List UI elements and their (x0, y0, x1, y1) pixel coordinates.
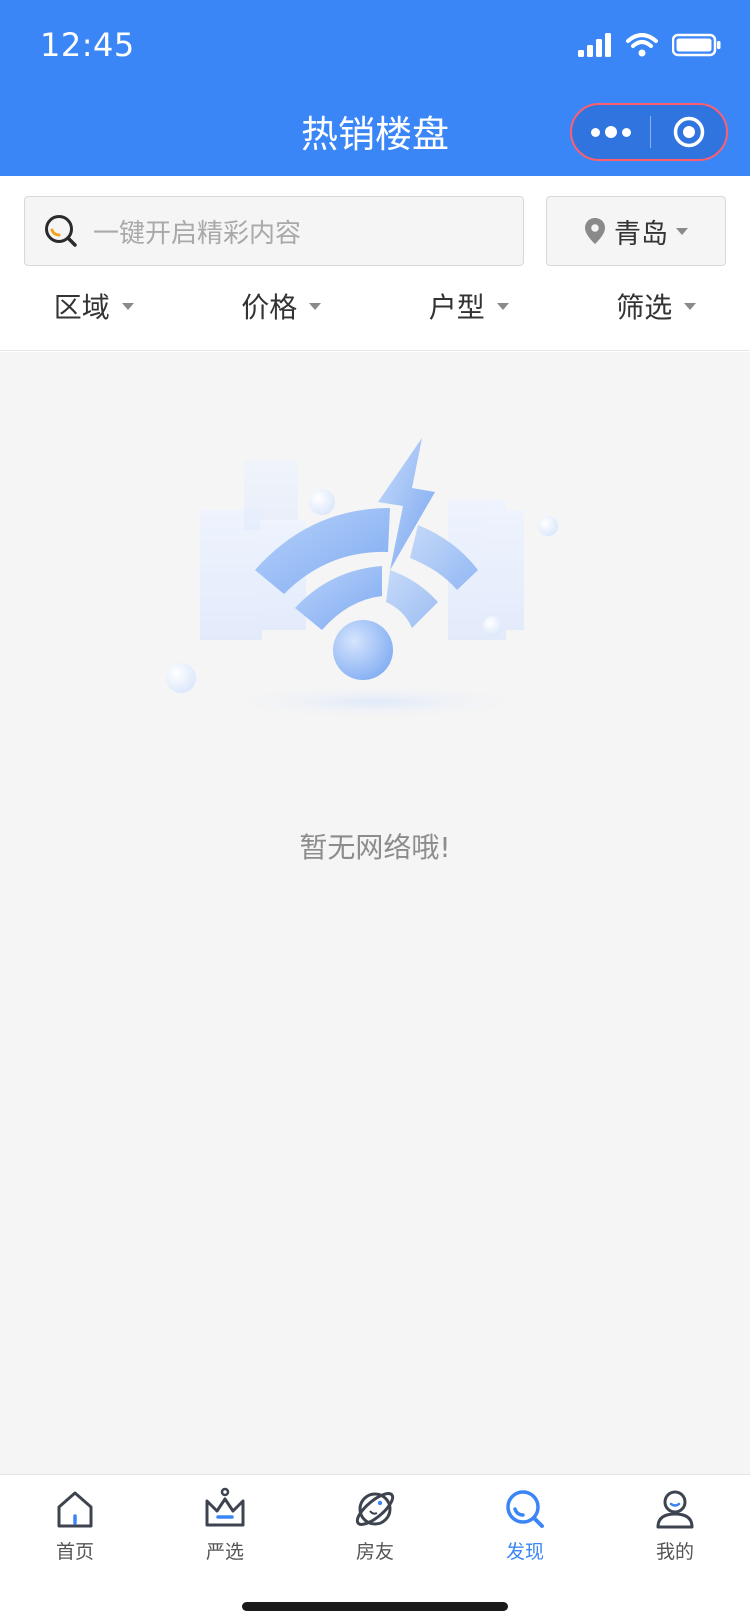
location-pin-icon (585, 218, 605, 244)
filter-label: 价格 (241, 291, 298, 324)
chevron-down-icon (676, 227, 688, 235)
filter-more[interactable]: 筛选 (563, 276, 750, 336)
more-dot-center (605, 126, 617, 138)
no-network-illustration (166, 438, 558, 720)
crown-icon (205, 1487, 245, 1527)
tab-label: 房友 (355, 1541, 394, 1563)
home-indicator (242, 1602, 508, 1611)
filter-label: 区域 (53, 291, 110, 324)
chevron-down-icon (496, 302, 509, 310)
filter-bar: 区域 价格 户型 筛选 (0, 276, 750, 336)
more-button[interactable] (572, 105, 650, 159)
user-icon (656, 1490, 694, 1529)
status-icons (578, 30, 722, 60)
city-selector[interactable]: 青岛 (546, 196, 726, 266)
tab-label: 首页 (55, 1541, 94, 1563)
target-icon (673, 116, 704, 148)
signal-icon (578, 33, 611, 57)
search-filter-panel: 一键开启精彩内容 青岛 区域 价格 户型 筛选 (0, 176, 750, 352)
app-screen: 12:45 热销楼盘 一键开启精彩内容 青岛 区域 价格 户型 筛选 暂无网络哦… (0, 0, 750, 1624)
planet-icon (355, 1492, 395, 1526)
discover-icon (506, 1490, 544, 1528)
empty-state-message: 暂无网络哦! (299, 831, 451, 864)
filter-region[interactable]: 区域 (0, 276, 188, 336)
more-dots-icon (591, 127, 600, 137)
filter-layout[interactable]: 户型 (375, 276, 563, 336)
tab-me[interactable]: 我的 (600, 1487, 750, 1567)
tab-discover[interactable]: 发现 (450, 1487, 600, 1567)
tab-home[interactable]: 首页 (0, 1487, 150, 1567)
wifi-icon (626, 33, 658, 57)
tab-label: 严选 (205, 1541, 244, 1563)
chevron-down-icon (684, 302, 697, 310)
search-input[interactable]: 一键开启精彩内容 (24, 196, 524, 266)
battery-icon (672, 33, 721, 57)
search-icon (45, 215, 77, 247)
tab-label: 发现 (505, 1541, 544, 1563)
header: 12:45 热销楼盘 (0, 0, 750, 176)
miniprogram-capsule (570, 103, 728, 161)
filter-label: 户型 (428, 291, 485, 324)
filter-price[interactable]: 价格 (188, 276, 376, 336)
more-dot-right (622, 127, 631, 137)
tab-label: 我的 (655, 1541, 694, 1563)
chevron-down-icon (309, 302, 322, 310)
search-placeholder: 一键开启精彩内容 (93, 218, 302, 249)
home-icon (57, 1491, 93, 1528)
divider (0, 350, 750, 351)
close-button[interactable] (651, 105, 726, 159)
chevron-down-icon (121, 302, 134, 310)
city-label: 青岛 (614, 218, 668, 250)
tab-friends[interactable]: 房友 (300, 1487, 450, 1567)
filter-label: 筛选 (616, 291, 673, 324)
status-time: 12:45 (40, 26, 135, 64)
tab-selected[interactable]: 严选 (150, 1487, 300, 1567)
